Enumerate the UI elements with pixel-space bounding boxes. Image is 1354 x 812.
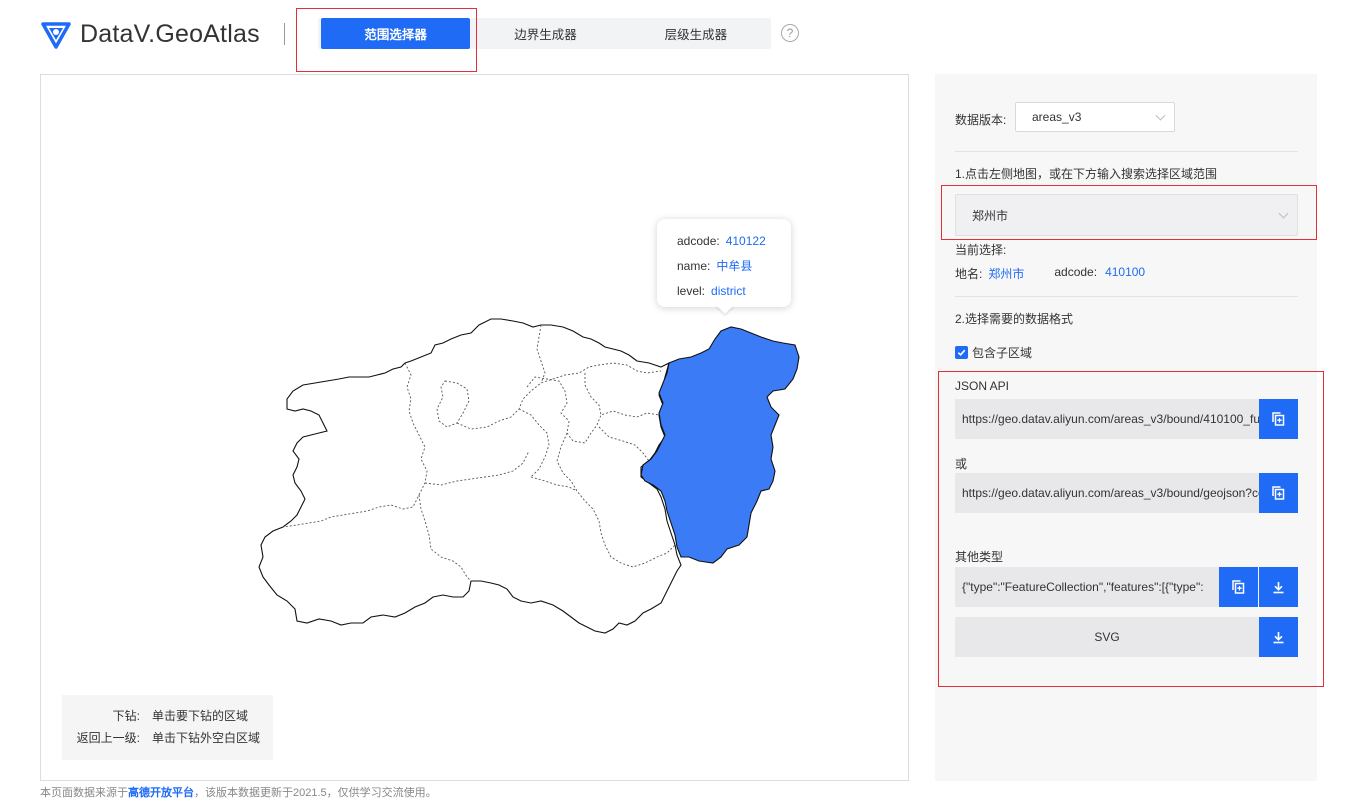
place-value: 郑州市: [988, 267, 1025, 281]
include-children-label: 包含子区域: [972, 346, 1033, 360]
data-version-select[interactable]: areas_v3: [1015, 102, 1175, 132]
datav-logo-icon: [41, 22, 71, 49]
include-children-option[interactable]: 包含子区域: [955, 344, 1032, 361]
highlight-box-region: [941, 185, 1317, 240]
zhengzhou-map[interactable]: [41, 75, 910, 782]
tab-boundary-generator[interactable]: 边界生成器: [470, 18, 620, 49]
logo[interactable]: DataV.GeoAtlas: [40, 18, 260, 50]
include-children-checkbox[interactable]: [955, 346, 968, 359]
map-hint-box: 下钻: 单击要下钻的区域 返回上一级: 单击下钻外空白区域: [62, 695, 273, 760]
footer-note: 本页面数据来源于高德开放平台，该版本数据更新于2021.5，仅供学习交流使用。: [40, 784, 437, 800]
footer-suffix: ，该版本数据更新于2021.5，仅供学习交流使用。: [194, 787, 437, 799]
tooltip-name-value: 中牟县: [716, 259, 753, 273]
drill-label: 下钻:: [112, 709, 140, 723]
map-region-west[interactable]: [258, 318, 682, 634]
current-selection-label: 当前选择:: [955, 243, 1007, 257]
step1-text: 1.点击左侧地图，或在下方输入搜索选择区域范围: [955, 167, 1218, 181]
tooltip-adcode-key: adcode:: [677, 234, 720, 248]
tooltip-adcode-value: 410122: [725, 234, 766, 248]
step2-text: 2.选择需要的数据格式: [955, 312, 1074, 326]
header-divider: [284, 23, 285, 45]
chevron-down-icon: [1155, 110, 1166, 121]
tooltip-level-key: level:: [677, 284, 706, 298]
divider: [955, 151, 1298, 152]
tooltip-name-key: name:: [677, 259, 711, 273]
footer-link-amap[interactable]: 高德开放平台: [128, 787, 194, 799]
map-tooltip: adcode: 410122 name: 中牟县 level: district: [657, 219, 791, 307]
back-text: 单击下钻外空白区域: [152, 731, 261, 745]
tooltip-level-value: district: [711, 284, 746, 298]
adcode-label: adcode:: [1054, 265, 1098, 279]
tab-level-generator[interactable]: 层级生成器: [621, 18, 771, 49]
highlight-box-formats: [938, 371, 1324, 687]
data-version-value: areas_v3: [1032, 110, 1082, 124]
logo-text: DataV.GeoAtlas: [80, 19, 260, 48]
adcode-value: 410100: [1105, 265, 1146, 279]
footer-prefix: 本页面数据来源于: [40, 787, 128, 799]
check-icon: [957, 349, 966, 357]
data-version-label: 数据版本:: [955, 113, 1007, 127]
place-label: 地名:: [955, 267, 983, 281]
back-label: 返回上一级:: [76, 731, 140, 745]
tooltip-arrow: [716, 305, 734, 314]
drill-text: 单击要下钻的区域: [152, 709, 249, 723]
highlight-box-tab: [296, 8, 477, 72]
divider: [955, 296, 1298, 297]
current-selection-info: 地名: 郑州市 adcode: 410100: [955, 265, 1145, 282]
map-panel[interactable]: 下钻: 单击要下钻的区域 返回上一级: 单击下钻外空白区域: [40, 74, 909, 781]
help-icon[interactable]: ?: [781, 24, 799, 42]
